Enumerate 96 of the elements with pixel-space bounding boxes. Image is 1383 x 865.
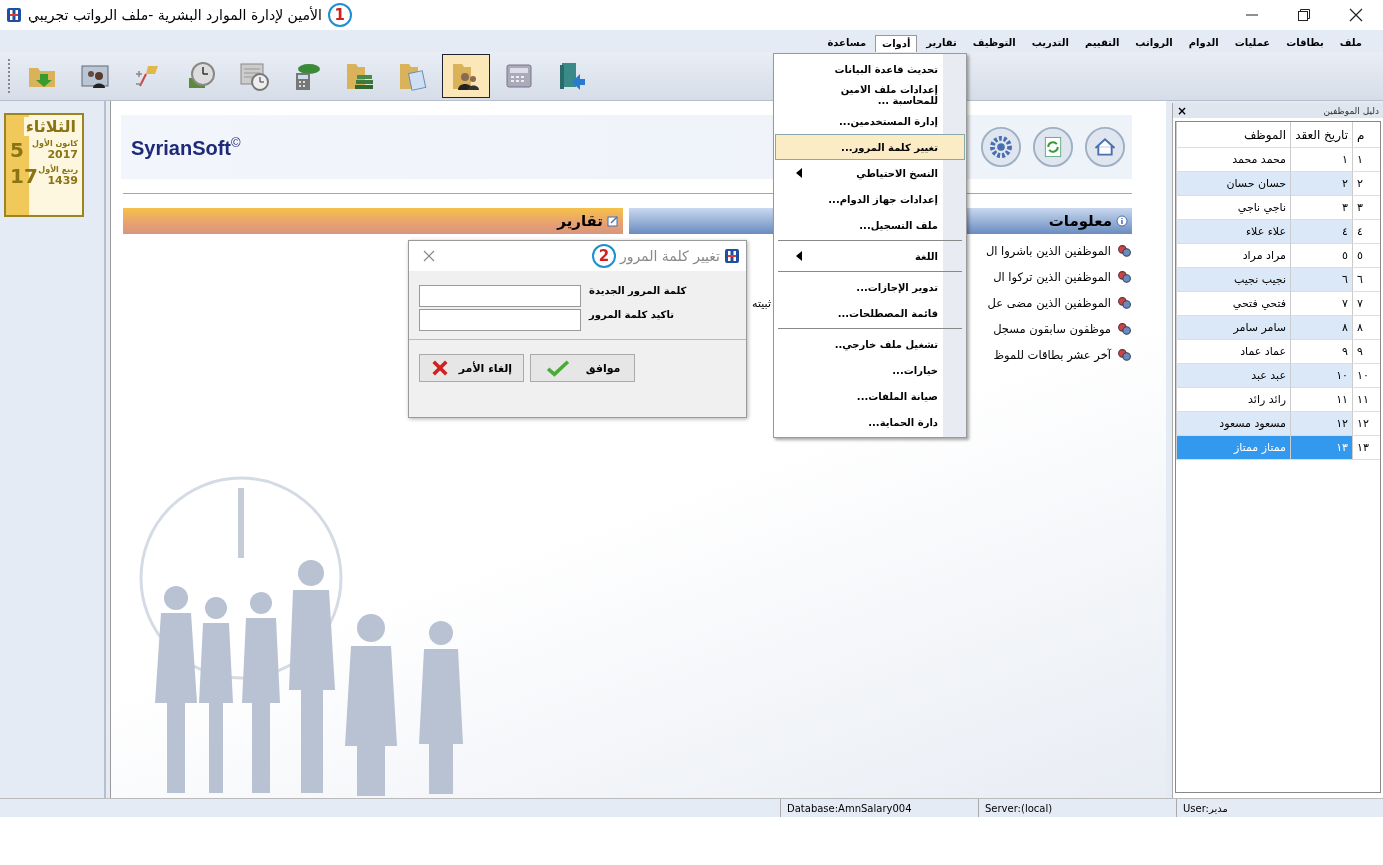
field-label: كلمة المرور الجديدة xyxy=(589,285,687,296)
table-cell: ١٢ xyxy=(1290,412,1352,436)
menu-item[interactable]: النسخ الاحتياطي xyxy=(775,160,965,186)
menu-item[interactable]: تغيير كلمة المرور... xyxy=(775,134,965,160)
callout-number: 1 xyxy=(327,3,352,27)
app-logo-icon xyxy=(724,248,740,264)
weekday-label: الثلاثاء xyxy=(23,117,78,136)
folder-people-icon[interactable] xyxy=(442,54,490,98)
table-cell: ١١ xyxy=(1352,388,1380,412)
people-icon xyxy=(1117,347,1132,363)
menu-item[interactable]: تدوير الإجازات... xyxy=(775,274,965,300)
people-icon xyxy=(1117,243,1132,259)
table-cell: ١٠ xyxy=(1290,364,1352,388)
table-cell: ٤ xyxy=(1290,220,1352,244)
menu-item[interactable]: إعدادات ملف الامين للمحاسبة ... xyxy=(775,82,965,108)
menu-item[interactable]: مساعدة xyxy=(820,34,874,52)
settings-icon[interactable] xyxy=(980,126,1022,168)
menu-item[interactable]: دارة الحماية... xyxy=(775,409,965,435)
table-cell[interactable]: سامر سامر xyxy=(1176,316,1290,340)
password-field[interactable] xyxy=(419,285,581,307)
menu-item[interactable]: عمليات xyxy=(1227,34,1278,52)
menu-item[interactable]: التقييم xyxy=(1077,34,1127,52)
table-cell[interactable]: حسان حسان xyxy=(1176,172,1290,196)
refresh-icon[interactable] xyxy=(1032,126,1074,168)
table-cell: ٧ xyxy=(1352,292,1380,316)
table-cell: ١٣ xyxy=(1290,436,1352,460)
table-cell[interactable]: مسعود مسعود xyxy=(1176,412,1290,436)
menu-item[interactable]: تقارير xyxy=(919,34,964,52)
year-label: 1439 xyxy=(47,174,78,187)
menu-item[interactable]: صيانة الملفات... xyxy=(775,383,965,409)
table-cell: ١ xyxy=(1352,148,1380,172)
menu-item[interactable]: خيارات... xyxy=(775,357,965,383)
info-link[interactable]: موظفون سابقون مسجل xyxy=(975,322,1111,336)
menu-item[interactable]: اللغة xyxy=(775,243,965,269)
table-cell: ٥ xyxy=(1352,244,1380,268)
cancel-button[interactable]: إلغاء الأمر xyxy=(419,354,524,382)
edit-icon xyxy=(607,215,619,227)
home-icon[interactable] xyxy=(1084,126,1126,168)
password-field[interactable] xyxy=(419,309,581,331)
menu-item[interactable]: ملف التسجيل... xyxy=(775,212,965,238)
panel-title: دليل الموظفين xyxy=(1323,105,1379,116)
section-title: تقارير xyxy=(557,212,603,230)
column-header[interactable]: م xyxy=(1352,122,1380,148)
column-header[interactable]: الموظف xyxy=(1176,122,1290,148)
menu-item[interactable]: تشغيل ملف خارجي.. xyxy=(775,331,965,357)
restore-icon[interactable] xyxy=(1297,8,1311,22)
window-title: الأمين لإدارة الموارد البشرية -ملف الرواتب تجريبي xyxy=(28,7,322,23)
user-status: User:مدير xyxy=(1176,799,1374,817)
brand-logo: SyrianSoft$^{©}$ xyxy=(131,134,241,160)
table-cell: ٩ xyxy=(1352,340,1380,364)
table-cell[interactable]: عبد عبد xyxy=(1176,364,1290,388)
menu-item[interactable]: التدريب xyxy=(1024,34,1076,52)
table-cell: ٦ xyxy=(1290,268,1352,292)
column-header[interactable]: تاريخ العقد xyxy=(1290,122,1352,148)
table-cell[interactable]: نجيب نجيب xyxy=(1176,268,1290,292)
submenu-arrow-icon xyxy=(796,251,802,261)
section-title: معلومات xyxy=(1048,212,1112,230)
info-link[interactable]: ثبيته xyxy=(752,296,771,310)
people-icon xyxy=(1117,269,1132,285)
year-label: 2017 xyxy=(47,148,78,161)
day-number: 5 xyxy=(10,138,24,162)
month-label: كانون الأول xyxy=(32,139,78,148)
people-icon xyxy=(1117,295,1132,311)
table-cell: ٣ xyxy=(1352,196,1380,220)
info-link[interactable]: الموظفين الذين مضى عل xyxy=(975,296,1111,310)
info-link[interactable]: الموظفين الذين باشروا ال xyxy=(975,244,1111,258)
info-link[interactable]: آخر عشر بطاقات للموظ xyxy=(975,348,1111,362)
server-status: Server:(local) xyxy=(978,799,1176,817)
table-cell: ٢ xyxy=(1290,172,1352,196)
menu-item[interactable]: ملف xyxy=(1332,34,1369,52)
menu-item[interactable]: أدوات xyxy=(875,35,918,52)
menu-item[interactable]: إعدادات جهاز الدوام... xyxy=(775,186,965,212)
month-label: ربيع الأول xyxy=(38,165,78,174)
submenu-arrow-icon xyxy=(796,168,802,178)
table-cell: ٨ xyxy=(1290,316,1352,340)
app-logo-icon xyxy=(6,7,22,23)
info-icon xyxy=(1116,215,1128,227)
table-cell[interactable]: علاء علاء xyxy=(1176,220,1290,244)
menu-item[interactable]: تحديث قاعدة البيانات xyxy=(775,56,965,82)
people-icon xyxy=(1117,321,1132,337)
field-label: تاكيد كلمة المرور xyxy=(589,309,674,320)
menu-item[interactable]: بطاقات xyxy=(1279,34,1331,52)
close-icon[interactable]: × xyxy=(1177,103,1188,118)
ok-button[interactable]: موافق xyxy=(530,354,635,382)
check-icon xyxy=(544,359,571,377)
cross-icon xyxy=(430,359,449,377)
menu-item[interactable]: الرواتب xyxy=(1128,34,1180,52)
menu-item[interactable]: إدارة المستخدمين... xyxy=(775,108,965,134)
info-link[interactable]: الموظفين الذين تركوا ال xyxy=(975,270,1111,284)
dialog-title: تغيير كلمة المرور xyxy=(619,248,720,264)
menu-item[interactable]: التوظيف xyxy=(965,34,1023,52)
database-status: Database:AmnSalary004 xyxy=(780,799,978,817)
close-icon[interactable] xyxy=(1349,8,1363,22)
menu-item[interactable]: قائمة المصطلحات... xyxy=(775,300,965,326)
menu-item[interactable]: الدوام xyxy=(1181,34,1226,52)
callout-number: 2 xyxy=(591,244,616,268)
